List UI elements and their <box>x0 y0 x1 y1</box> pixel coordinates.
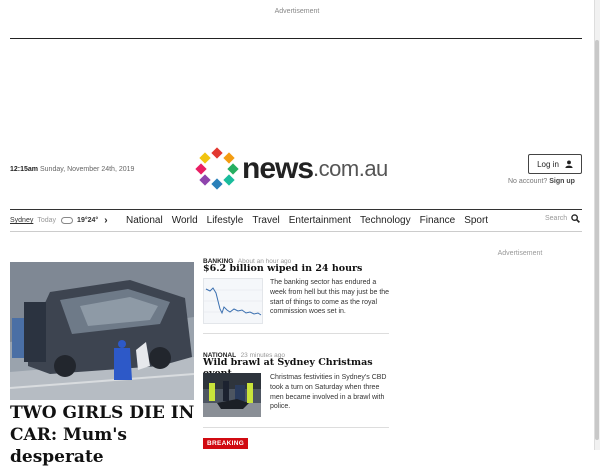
story-divider <box>203 333 389 334</box>
story-summary: The banking sector has endured a week fr… <box>270 279 390 316</box>
date-time: 12:15am Sunday, November 24th, 2019 <box>10 166 134 173</box>
weather-location[interactable]: Sydney <box>10 217 33 224</box>
chart-thumbnail[interactable] <box>203 278 263 324</box>
weather-temps: 19°24° <box>77 217 99 224</box>
search-label: Search <box>545 215 568 222</box>
story-divider <box>203 427 389 428</box>
cloud-icon <box>61 217 74 224</box>
logo-tld: .com.au <box>313 156 388 181</box>
main-navigation: National World Lifestyle Travel Entertai… <box>126 210 488 231</box>
login-label: Log in <box>537 159 559 169</box>
no-account-text: No account? <box>508 178 548 185</box>
nav-bottom-rule <box>10 231 582 232</box>
nav-link-travel[interactable]: Travel <box>252 215 279 226</box>
story-headline[interactable]: $6.2 billion wiped in 24 hours <box>203 263 393 274</box>
story-thumbnail[interactable] <box>203 373 261 417</box>
logo-dots-icon <box>195 147 239 190</box>
nav-link-lifestyle[interactable]: Lifestyle <box>207 215 244 226</box>
user-icon <box>565 160 573 168</box>
nav-link-world[interactable]: World <box>172 215 198 226</box>
ad-divider <box>10 38 582 39</box>
advertisement-label-side: Advertisement <box>497 250 543 257</box>
site-logo[interactable]: news .com.au <box>195 147 388 190</box>
advertisement-label-top: Advertisement <box>274 8 320 15</box>
hero-image[interactable] <box>10 262 194 400</box>
no-account-prompt: No account? Sign up <box>508 178 575 185</box>
story-summary: Christmas festivities in Sydney's CBD to… <box>270 374 387 411</box>
weather-widget[interactable]: Sydney Today 19°24° › <box>10 210 108 231</box>
nav-link-entertainment[interactable]: Entertainment <box>289 215 351 226</box>
signup-link[interactable]: Sign up <box>549 178 575 185</box>
chevron-right-icon[interactable]: › <box>104 215 107 226</box>
search-icon <box>571 214 581 223</box>
nav-link-national[interactable]: National <box>126 215 163 226</box>
current-date: Sunday, November 24th, 2019 <box>39 166 135 173</box>
nav-link-finance[interactable]: Finance <box>420 215 456 226</box>
login-button[interactable]: Log in <box>528 154 582 174</box>
current-time: 12:15am <box>10 166 39 173</box>
logo-word: news <box>242 152 314 185</box>
weather-today: Today <box>37 217 57 224</box>
search-button[interactable]: Search <box>545 214 581 223</box>
nav-link-technology[interactable]: Technology <box>360 215 411 226</box>
breaking-badge: BREAKING <box>203 438 249 449</box>
scrollbar-thumb[interactable] <box>595 40 599 440</box>
nav-link-sport[interactable]: Sport <box>464 215 488 226</box>
hero-headline[interactable]: TWO GIRLS DIE IN CAR: Mum's desperate <box>10 402 200 468</box>
